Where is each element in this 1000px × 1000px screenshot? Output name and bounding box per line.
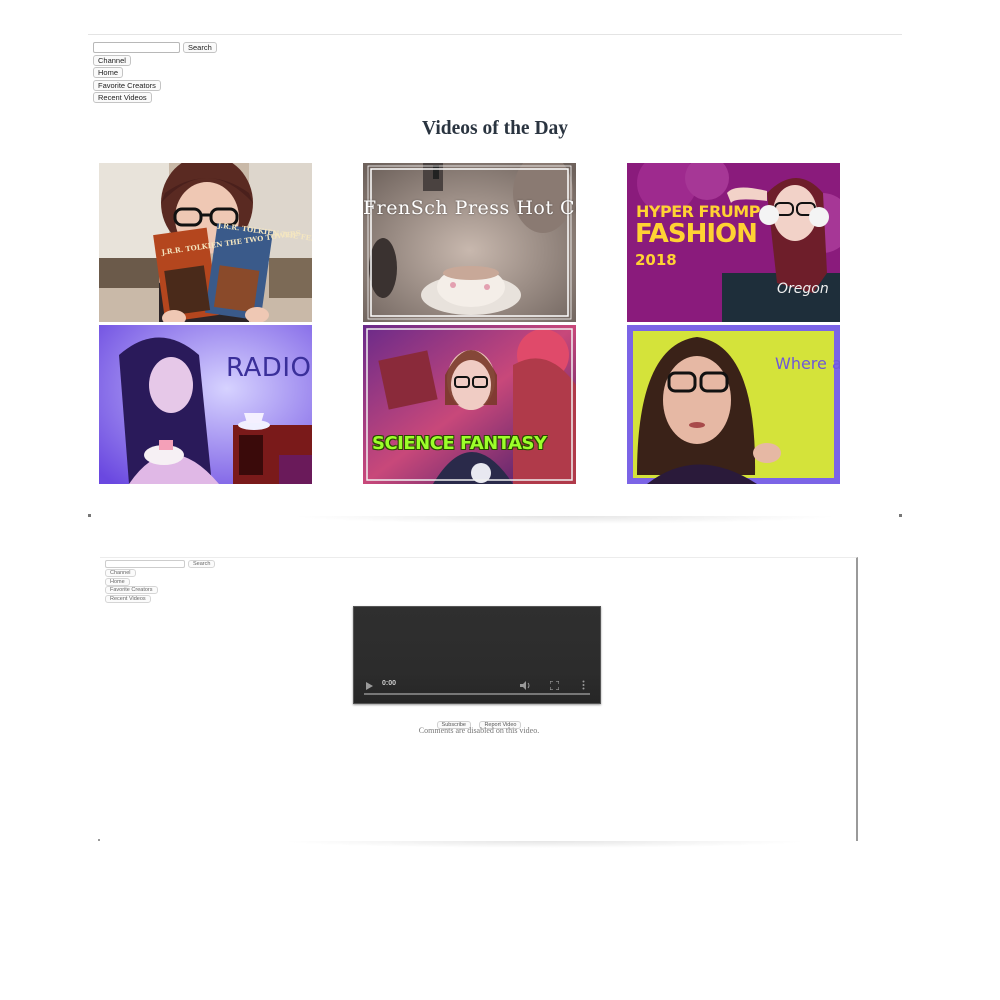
frump-shirt-text: Oregon xyxy=(777,281,829,297)
nav-favorite-creators-button[interactable]: Favorite Creators xyxy=(93,79,161,91)
nav-links: Channel Home Favorite Creators Recent Vi… xyxy=(93,54,217,103)
video-player[interactable]: 0:00 xyxy=(353,606,601,704)
search-button[interactable]: Search xyxy=(188,560,216,568)
search-bar: Search xyxy=(93,41,217,53)
window-corner xyxy=(98,839,100,841)
search-input[interactable] xyxy=(93,41,180,53)
search-bar: Search xyxy=(105,560,216,568)
nav-recent-videos-button[interactable]: Recent Videos xyxy=(105,594,151,603)
window-corner xyxy=(88,514,91,517)
top-nav: Search Channel Home Favorite Creators Re… xyxy=(93,41,217,103)
nav-home-button[interactable]: Home xyxy=(105,577,130,586)
video-nav: Search Channel Home Favorite Creators Re… xyxy=(105,560,216,603)
scifi-thumbnail-art xyxy=(363,325,576,484)
browse-window: Search Channel Home Favorite Creators Re… xyxy=(88,34,902,517)
video-thumbnail-science-fantasy[interactable]: SCIENCE FANTASY xyxy=(363,325,576,484)
more-options-icon[interactable] xyxy=(582,680,585,690)
nav-links: Channel Home Favorite Creators Recent Vi… xyxy=(105,569,215,603)
where-thumbnail-art xyxy=(627,325,840,484)
video-time: 0:00 xyxy=(382,680,397,687)
nav-home-button[interactable]: Home xyxy=(93,67,124,78)
nav-channel-button[interactable]: Channel xyxy=(105,569,136,577)
video-controls: 0:00 xyxy=(354,677,600,699)
progress-track[interactable] xyxy=(364,693,590,695)
window-corner xyxy=(899,514,902,517)
video-window: Search Channel Home Favorite Creators Re… xyxy=(98,557,858,841)
nav-channel-button[interactable]: Channel xyxy=(93,54,131,66)
video-thumbnail-where-am-i[interactable]: Where am I? xyxy=(627,325,840,484)
video-thumbnail-hyper-frump[interactable]: Oregon HYPER FRUMP FASHION 2018 xyxy=(627,163,840,322)
cocoa-thumbnail-art xyxy=(363,163,576,322)
fullscreen-icon[interactable] xyxy=(550,681,559,690)
frump-thumbnail-art: Oregon xyxy=(627,163,840,322)
search-button[interactable]: Search xyxy=(183,41,217,53)
video-thumbnail-books[interactable]: J.R.R. TOLKIEN THE TWO TOWERS J.R.R. TOL… xyxy=(99,163,312,322)
nav-recent-videos-button[interactable]: Recent Videos xyxy=(93,92,152,103)
nav-favorite-creators-button[interactable]: Favorite Creators xyxy=(105,586,158,594)
video-thumbnail-radio[interactable]: RADIO xyxy=(99,325,312,484)
video-grid: J.R.R. TOLKIEN THE TWO TOWERS J.R.R. TOL… xyxy=(99,163,840,484)
books-thumbnail-art xyxy=(99,163,312,322)
play-icon[interactable] xyxy=(366,682,373,690)
search-input[interactable] xyxy=(105,560,185,568)
comments-disabled-note: Comments are disabled on this video. xyxy=(418,726,540,735)
volume-icon[interactable] xyxy=(520,681,532,690)
page-title: Videos of the Day xyxy=(421,118,569,139)
video-thumbnail-cocoa[interactable]: FrenSch Press Hot Cocoa xyxy=(363,163,576,322)
radio-thumbnail-art xyxy=(99,325,312,484)
